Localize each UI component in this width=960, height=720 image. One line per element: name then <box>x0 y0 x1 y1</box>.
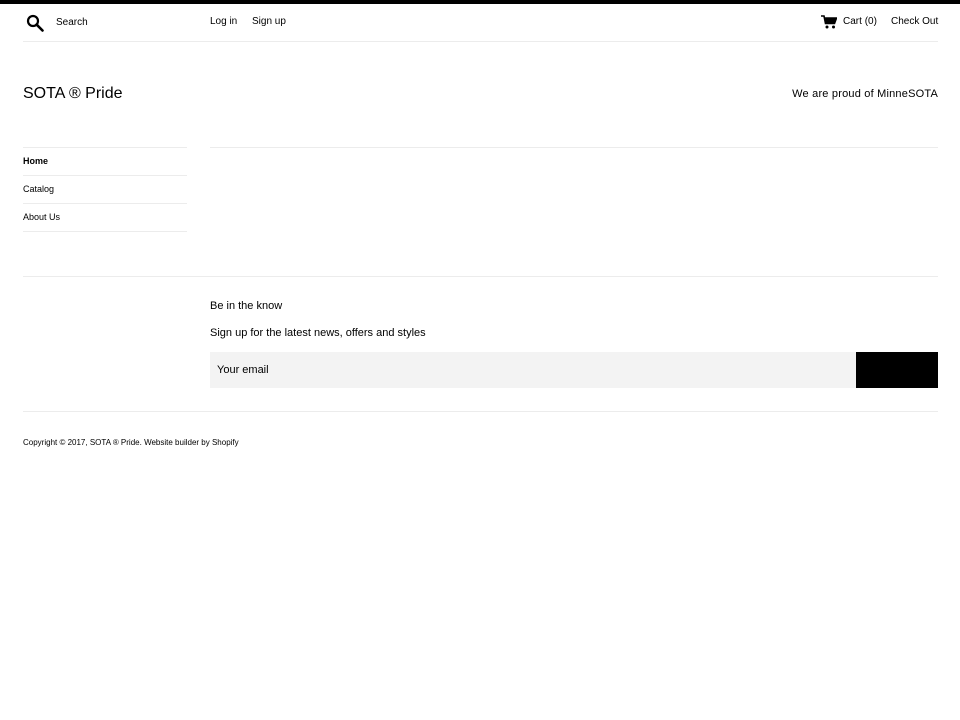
cart-label: Cart <box>843 16 862 27</box>
copyright-shop-link[interactable]: SOTA ® Pride <box>90 438 140 447</box>
site-tagline: We are proud of MinneSOTA <box>792 88 938 100</box>
search-icon[interactable] <box>26 14 44 32</box>
sidebar-item-home[interactable]: Home <box>23 147 187 176</box>
signup-link[interactable]: Sign up <box>252 15 286 29</box>
sidebar-item-catalog[interactable]: Catalog <box>23 176 187 204</box>
top-accent-bar <box>0 0 960 4</box>
copyright: Copyright © 2017, SOTA ® Pride. Website … <box>23 438 239 448</box>
checkout-link[interactable]: Check Out <box>891 15 938 29</box>
newsletter-title: Be in the know <box>210 300 283 312</box>
newsletter-email-input[interactable] <box>210 352 856 388</box>
cart-icon[interactable] <box>821 15 837 29</box>
header-divider <box>23 41 938 42</box>
cart-link[interactable]: Cart (0) <box>843 15 877 29</box>
login-link[interactable]: Log in <box>210 15 237 29</box>
site-logo[interactable]: SOTA ® Pride <box>23 84 123 104</box>
footer-divider <box>23 411 938 412</box>
copyright-separator: . <box>139 438 142 447</box>
sidebar-item-about-us[interactable]: About Us <box>23 204 187 232</box>
sidebar-nav: Home Catalog About Us <box>23 147 187 232</box>
newsletter-submit-button[interactable] <box>856 352 938 388</box>
shopify-credit-link[interactable]: Website builder by Shopify <box>144 438 239 447</box>
search-input[interactable] <box>56 13 196 31</box>
copyright-prefix: Copyright © 2017, <box>23 438 88 447</box>
content-divider <box>210 147 938 148</box>
cart-count: (0) <box>864 16 877 27</box>
newsletter-subtitle: Sign up for the latest news, offers and … <box>210 327 426 339</box>
main-footer-divider <box>23 276 938 277</box>
